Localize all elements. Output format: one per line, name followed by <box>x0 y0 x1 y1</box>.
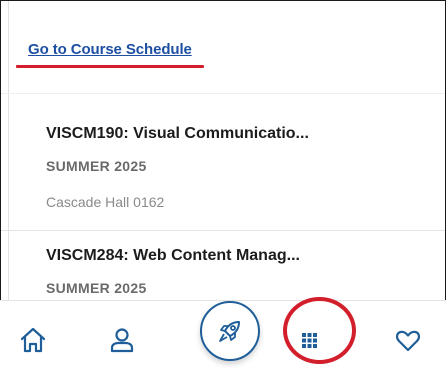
tab-favorites[interactable] <box>390 322 426 358</box>
tab-apps[interactable] <box>291 322 327 358</box>
tab-profile[interactable] <box>104 322 140 358</box>
course-term: SUMMER 2025 <box>46 158 147 174</box>
course-title: VISCM190: Visual Communicatio... <box>46 125 309 142</box>
section-divider <box>1 93 445 94</box>
course-title: VISCM284: Web Content Manag... <box>46 247 300 264</box>
tab-home[interactable] <box>15 322 51 358</box>
left-panel-edge <box>1 1 9 301</box>
grid-icon <box>302 333 317 348</box>
heart-icon <box>396 330 420 352</box>
course-location: Cascade Hall 0162 <box>46 194 165 210</box>
rocket-icon <box>219 321 240 342</box>
row-divider <box>1 230 445 231</box>
home-icon <box>20 327 46 353</box>
course-term: SUMMER 2025 <box>46 280 147 296</box>
person-icon <box>110 328 134 353</box>
annotation-underline <box>16 65 204 68</box>
course-schedule-link[interactable]: Go to Course Schedule <box>28 41 192 58</box>
tab-launch[interactable] <box>200 301 260 361</box>
